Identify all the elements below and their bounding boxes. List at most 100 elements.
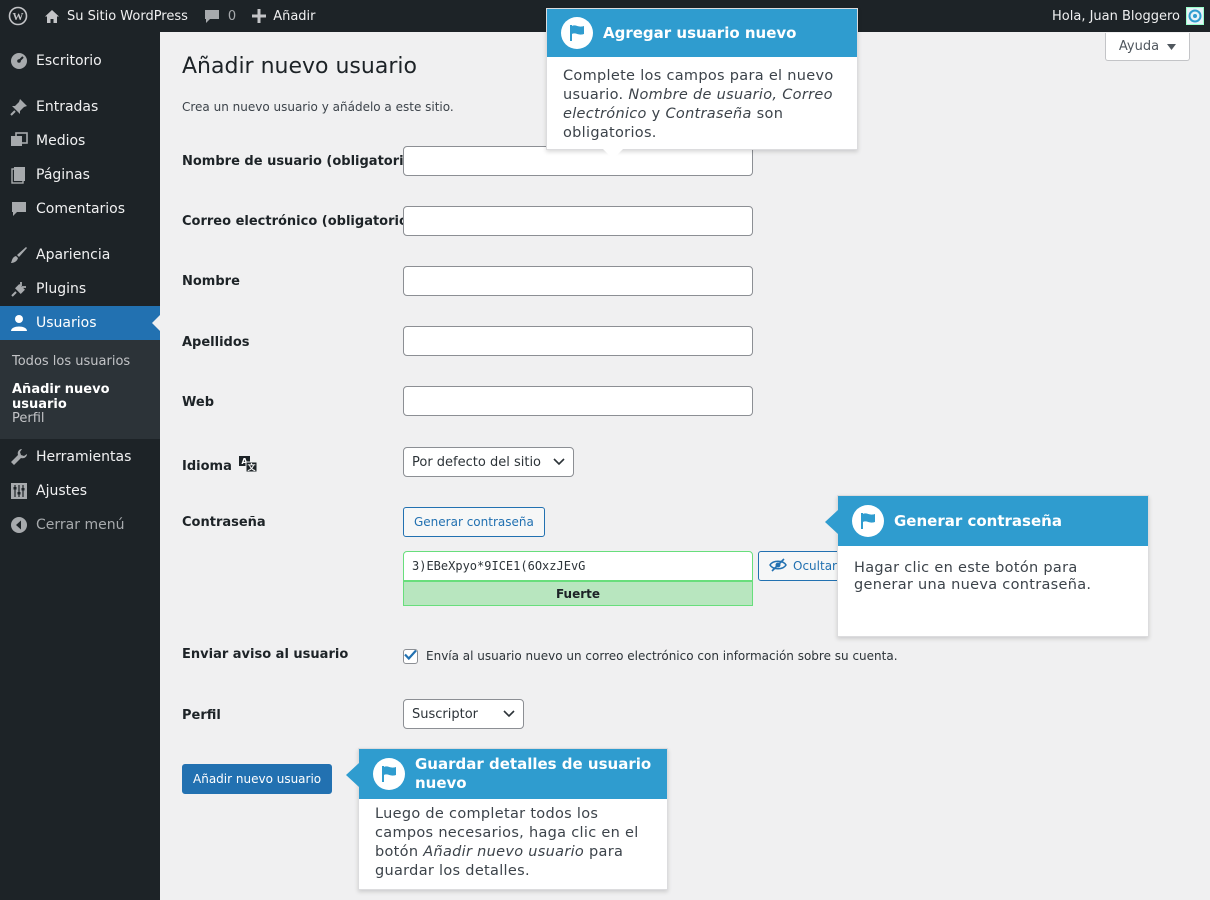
svg-text:W: W — [13, 11, 24, 23]
brush-icon — [9, 245, 29, 265]
pointer-text: y — [651, 106, 661, 122]
role-label: Perfil — [182, 708, 221, 723]
plus-icon — [252, 9, 267, 23]
sidebar-item-label: Escritorio — [36, 53, 102, 69]
language-value: Por defecto del sitio — [412, 454, 542, 470]
sidebar-item-escritorio[interactable]: Escritorio — [0, 44, 160, 78]
pin-icon — [9, 97, 29, 117]
notify-description: Envía al usuario nuevo un correo electró… — [426, 649, 898, 663]
language-label-row: Idioma A文 — [182, 455, 258, 477]
site-name-link[interactable]: Su Sitio WordPress — [36, 0, 196, 32]
flag-icon — [373, 758, 405, 790]
hide-password-button[interactable]: Ocultar — [758, 551, 842, 581]
lastname-input[interactable] — [403, 326, 753, 356]
pointer-text: Hagar clic en este botón para generar un… — [854, 560, 1092, 593]
pointer-emphasis: Nombre de usuario, — [628, 87, 778, 103]
generate-password-button[interactable]: Generar contraseña — [403, 507, 545, 537]
avatar — [1186, 7, 1204, 25]
pointer-save-user: Guardar detalles de usuario nuevo Luego … — [346, 748, 668, 890]
sidebar-item-label: Cerrar menú — [36, 517, 125, 533]
firstname-input[interactable] — [403, 266, 753, 296]
sidebar-item-label: Medios — [36, 133, 86, 149]
sidebar-item-label: Plugins — [36, 281, 87, 297]
hide-password-label: Ocultar — [793, 559, 837, 573]
pointer-emphasis: Contraseña — [665, 106, 752, 122]
greeting: Hola, Juan Bloggero — [1052, 8, 1180, 24]
submenu-profile[interactable]: Perfil — [12, 411, 45, 426]
password-strength-indicator: Fuerte — [403, 581, 753, 606]
svg-text:文: 文 — [247, 462, 256, 472]
sidebar-item-ajustes[interactable]: Ajustes — [0, 474, 160, 508]
pointer-header: Guardar detalles de usuario nuevo — [359, 749, 667, 799]
sidebar-item-entradas[interactable]: Entradas — [0, 90, 160, 124]
language-select[interactable]: Por defecto del sitio — [403, 447, 574, 477]
media-icon — [9, 131, 29, 151]
sidebar-item-label: Entradas — [36, 99, 99, 115]
pointer-title: Guardar detalles de usuario nuevo — [415, 755, 652, 792]
pointer-title: Generar contraseña — [894, 512, 1062, 530]
pointer-body: Hagar clic en este botón para generar un… — [838, 546, 1148, 604]
comment-icon — [9, 199, 29, 219]
sidebar-item-comentarios[interactable]: Comentarios — [0, 192, 160, 226]
comments-link[interactable]: 0 — [196, 0, 244, 32]
admin-sidebar: Escritorio Entradas Medios Páginas Comen… — [0, 32, 160, 900]
page-icon — [9, 165, 29, 185]
lastname-label: Apellidos — [182, 335, 250, 350]
notify-checkbox[interactable] — [403, 649, 418, 664]
email-input[interactable] — [403, 206, 753, 236]
settings-icon — [9, 481, 29, 501]
sidebar-item-herramientas[interactable]: Herramientas — [0, 440, 160, 474]
help-label: Ayuda — [1118, 39, 1160, 54]
submenu-all-users[interactable]: Todos los usuarios — [12, 354, 130, 369]
users-submenu: Todos los usuarios Añadir nuevo usuario … — [0, 340, 160, 439]
collapse-icon — [9, 515, 29, 535]
pointer-body: Complete los campos para el nuevo usuari… — [547, 57, 857, 153]
sidebar-item-label: Usuarios — [36, 315, 97, 331]
my-account[interactable]: Hola, Juan Bloggero — [1052, 7, 1210, 25]
website-input[interactable] — [403, 386, 753, 416]
submenu-add-new-user[interactable]: Añadir nuevo usuario — [12, 382, 160, 412]
pointer-header: Agregar usuario nuevo — [547, 9, 857, 57]
sidebar-item-cerrar-menu[interactable]: Cerrar menú — [0, 508, 160, 542]
dashboard-icon — [9, 51, 29, 71]
page-description: Crea un nuevo usuario y añádelo a este s… — [182, 100, 454, 114]
password-label: Contraseña — [182, 515, 266, 530]
sidebar-item-label: Apariencia — [36, 247, 111, 263]
caret-down-icon — [1167, 39, 1177, 54]
pointer-emphasis: Añadir nuevo usuario — [423, 844, 585, 860]
comment-bubble-icon — [204, 9, 220, 24]
sidebar-item-paginas[interactable]: Páginas — [0, 158, 160, 192]
chevron-down-icon — [503, 707, 515, 722]
sidebar-item-label: Comentarios — [36, 201, 126, 217]
role-value: Suscriptor — [412, 706, 479, 722]
comments-count: 0 — [227, 8, 237, 24]
website-label: Web — [182, 395, 214, 410]
checkmark-icon — [404, 649, 417, 664]
role-select[interactable]: Suscriptor — [403, 699, 524, 729]
sidebar-item-label: Herramientas — [36, 449, 132, 465]
sidebar-item-plugins[interactable]: Plugins — [0, 272, 160, 306]
pointer-generate-password: Generar contraseña Hagar clic en este bo… — [825, 495, 1149, 637]
new-content-label: Añadir — [273, 8, 316, 24]
flag-icon — [561, 17, 593, 49]
username-label: Nombre de usuario (obligatorio) — [182, 154, 419, 169]
plug-icon — [9, 279, 29, 299]
new-content-link[interactable]: Añadir — [244, 0, 323, 32]
sidebar-item-apariencia[interactable]: Apariencia — [0, 238, 160, 272]
wordpress-logo-icon[interactable]: W — [0, 0, 36, 32]
pointer-add-user: Agregar usuario nuevo Complete los campo… — [546, 8, 858, 159]
user-icon — [9, 313, 29, 333]
notify-label: Enviar aviso al usuario — [182, 647, 349, 662]
password-input[interactable]: 3)EBeXpyo*9ICE1(6OxzJEvG — [403, 551, 753, 581]
eye-slash-icon — [769, 557, 787, 575]
sidebar-item-usuarios[interactable]: Usuarios — [0, 306, 160, 340]
wrench-icon — [9, 447, 29, 467]
sidebar-item-label: Páginas — [36, 167, 90, 183]
help-button[interactable]: Ayuda — [1105, 33, 1190, 61]
sidebar-item-medios[interactable]: Medios — [0, 124, 160, 158]
page-title: Añadir nuevo usuario — [182, 54, 417, 79]
translation-icon: A文 — [238, 455, 258, 477]
language-label: Idioma — [182, 458, 232, 474]
sidebar-item-label: Ajustes — [36, 483, 88, 499]
add-new-user-button[interactable]: Añadir nuevo usuario — [182, 764, 333, 794]
